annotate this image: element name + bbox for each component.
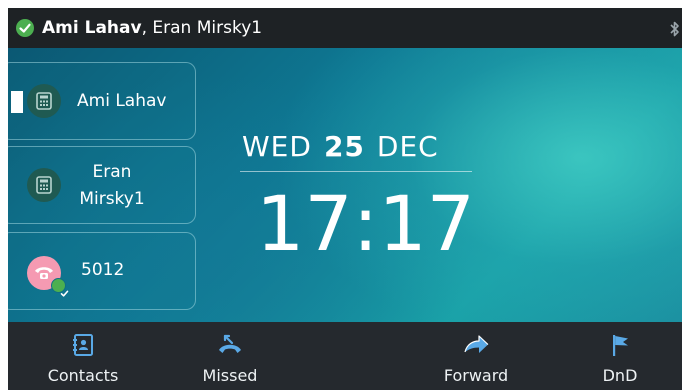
contacts-softkey[interactable]: Contacts xyxy=(43,322,123,390)
check-circle-icon xyxy=(16,19,34,37)
forward-softkey[interactable]: Forward xyxy=(436,322,516,390)
bluetooth-icon xyxy=(670,20,680,38)
line-key-eran-mirsky1[interactable]: Eran Mirsky1 xyxy=(8,146,196,224)
idle-screen: Ami Lahav Eran Mirsky1 5012 WED 25 DEC 1… xyxy=(8,48,682,322)
month: DEC xyxy=(376,130,439,163)
missed-call-icon xyxy=(217,332,243,358)
status-bar: Ami Lahav, Eran Mirsky1 xyxy=(8,8,682,48)
missed-softkey[interactable]: Missed xyxy=(195,322,265,390)
empty-softkey[interactable] xyxy=(338,322,398,390)
softkey-label: Forward xyxy=(443,366,509,385)
line-key-5012[interactable]: 5012 xyxy=(8,232,196,310)
dnd-softkey[interactable]: DnD xyxy=(592,322,648,390)
line-key-label: Ami Lahav xyxy=(77,91,167,111)
softkey-label: Missed xyxy=(202,366,258,385)
line-key-label: Eran Mirsky1 xyxy=(79,162,145,209)
account-separator: , xyxy=(141,18,147,38)
selected-line-marker xyxy=(11,91,23,113)
weekday: WED xyxy=(242,130,312,163)
line-key-label: 5012 xyxy=(81,260,125,280)
primary-account-name: Ami Lahav xyxy=(42,18,142,38)
softkey-label: Contacts xyxy=(47,366,119,385)
phone-screen: Ami Lahav, Eran Mirsky1 Ami Lahav Eran M… xyxy=(8,8,682,390)
clock-time: 17:17 xyxy=(256,179,476,268)
line-key-ami-lahav[interactable]: Ami Lahav xyxy=(8,62,196,140)
date-divider xyxy=(240,171,472,172)
day-of-month: 25 xyxy=(323,130,365,163)
secondary-account-name: Eran Mirsky1 xyxy=(152,18,263,38)
available-status-icon xyxy=(51,278,69,297)
softkey-label: DnD xyxy=(602,366,638,385)
date-display: WED 25 DEC xyxy=(242,130,472,163)
desk-phone-icon xyxy=(27,168,61,202)
account-list: Ami Lahav, Eran Mirsky1 xyxy=(42,17,262,39)
flag-icon xyxy=(607,332,633,358)
desk-phone-icon xyxy=(27,84,61,118)
handset-icon xyxy=(27,256,69,297)
forward-arrow-icon xyxy=(463,332,489,358)
contacts-icon xyxy=(70,332,96,358)
softkey-bar: Contacts Missed Forward DnD xyxy=(8,322,682,390)
